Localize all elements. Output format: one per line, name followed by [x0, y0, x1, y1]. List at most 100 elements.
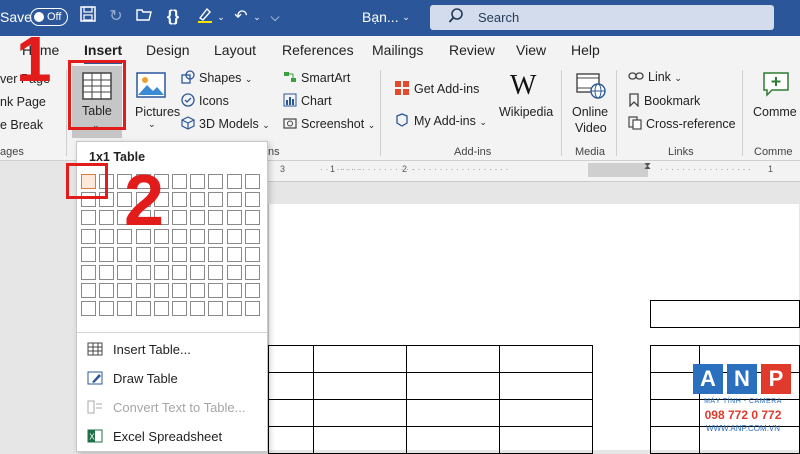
- table-grid-cell[interactable]: [244, 246, 260, 262]
- table-grid-cell[interactable]: [244, 228, 260, 244]
- customize-qat-icon[interactable]: ⌵: [268, 6, 282, 28]
- tab-design[interactable]: Design: [146, 42, 190, 58]
- table-grid-cell[interactable]: [226, 228, 242, 244]
- tab-view[interactable]: View: [516, 42, 546, 58]
- chevron-down-icon[interactable]: ⌄: [400, 6, 412, 28]
- table-grid-cell[interactable]: [99, 246, 115, 262]
- braces-icon[interactable]: {}: [162, 6, 184, 28]
- cross-reference-button[interactable]: Cross-reference: [628, 116, 736, 133]
- link-button[interactable]: Link ⌄: [628, 70, 682, 85]
- table-grid-cell[interactable]: [244, 192, 260, 208]
- table-grid-cell[interactable]: [190, 301, 206, 317]
- wikipedia-button[interactable]: Wikipedia: [499, 105, 553, 119]
- table-grid-cell[interactable]: [208, 301, 224, 317]
- table-grid-cell[interactable]: [172, 228, 187, 244]
- table-grid-cell[interactable]: [81, 228, 96, 244]
- bookmark-button[interactable]: Bookmark: [628, 93, 700, 110]
- highlighter-icon[interactable]: [194, 6, 216, 28]
- table-grid-cell[interactable]: [99, 265, 115, 280]
- table-grid-cell[interactable]: [99, 210, 115, 226]
- table-grid-cell[interactable]: [117, 246, 133, 262]
- table-grid-cell[interactable]: [244, 210, 260, 226]
- draw-table-menu-item[interactable]: Draw Table: [87, 371, 178, 388]
- table-grid-cell[interactable]: [172, 246, 187, 262]
- smartart-button[interactable]: SmartArt: [283, 70, 350, 87]
- tab-mailings[interactable]: Mailings: [372, 42, 423, 58]
- table-grid-cell[interactable]: [172, 192, 187, 208]
- open-folder-icon[interactable]: [134, 6, 154, 28]
- table-grid-cell[interactable]: [244, 174, 260, 189]
- tab-review[interactable]: Review: [449, 42, 495, 58]
- table-grid-cell[interactable]: [172, 265, 187, 280]
- table-grid-cell[interactable]: [244, 283, 260, 299]
- doc-table-left[interactable]: [268, 345, 593, 454]
- table-grid-cell[interactable]: [208, 283, 224, 299]
- search-box[interactable]: Search: [430, 5, 774, 30]
- shapes-button[interactable]: Shapes ⌄: [181, 70, 252, 87]
- chart-button[interactable]: Chart: [283, 93, 332, 110]
- table-grid-cell[interactable]: [208, 246, 224, 262]
- table-grid-cell[interactable]: [208, 228, 224, 244]
- table-grid-cell[interactable]: [172, 301, 187, 317]
- table-grid-cell[interactable]: [117, 265, 133, 280]
- table-grid-cell[interactable]: [208, 265, 224, 280]
- pictures-button[interactable]: Pictures: [135, 105, 180, 119]
- table-grid-cell[interactable]: [190, 283, 206, 299]
- my-addins-button[interactable]: My Add-ins ⌄: [394, 112, 487, 131]
- table-grid-cell[interactable]: [244, 265, 260, 280]
- table-grid-cell[interactable]: [244, 301, 260, 317]
- table-grid-cell[interactable]: [190, 192, 206, 208]
- tab-help[interactable]: Help: [571, 42, 600, 58]
- table-grid-cell[interactable]: [190, 174, 206, 189]
- excel-spreadsheet-menu-item[interactable]: X Excel Spreadsheet: [87, 429, 222, 446]
- table-grid-cell[interactable]: [81, 265, 96, 280]
- page-break-button[interactable]: e Break: [0, 118, 43, 132]
- chevron-down-icon[interactable]: ⌄: [148, 119, 156, 130]
- chevron-down-icon[interactable]: ⌄: [252, 6, 262, 28]
- blank-page-button[interactable]: nk Page: [0, 95, 46, 109]
- table-grid-cell[interactable]: [135, 301, 151, 317]
- table-grid-cell[interactable]: [226, 210, 242, 226]
- table-grid-cell[interactable]: [135, 283, 151, 299]
- table-grid-cell[interactable]: [226, 246, 242, 262]
- undo-icon[interactable]: ↶: [230, 6, 252, 28]
- tab-references[interactable]: References: [282, 42, 354, 58]
- table-grid-cell[interactable]: [208, 210, 224, 226]
- horizontal-ruler[interactable]: 3 · · · · · · · · 1 · · · · · · · · · · …: [268, 161, 800, 182]
- indent-marker-icon[interactable]: ⧗: [644, 161, 651, 172]
- 3d-models-button[interactable]: 3D Models ⌄: [181, 116, 270, 133]
- comment-button[interactable]: Comme: [753, 105, 797, 119]
- table-grid-cell[interactable]: [208, 174, 224, 189]
- table-grid-cell[interactable]: [172, 283, 187, 299]
- table-grid-cell[interactable]: [190, 265, 206, 280]
- online-video-label-1[interactable]: Online: [572, 105, 608, 119]
- table-grid-cell[interactable]: [226, 283, 242, 299]
- table-grid-cell[interactable]: [172, 174, 187, 189]
- table-grid-cell[interactable]: [226, 192, 242, 208]
- table-grid-cell[interactable]: [153, 283, 169, 299]
- table-grid-cell[interactable]: [81, 301, 96, 317]
- table-grid-cell[interactable]: [153, 246, 169, 262]
- table-grid-cell[interactable]: [135, 246, 151, 262]
- table-grid-cell[interactable]: [135, 265, 151, 280]
- table-grid-cell[interactable]: [153, 301, 169, 317]
- table-grid-cell[interactable]: [99, 283, 115, 299]
- icons-button[interactable]: Icons: [181, 93, 229, 110]
- table-grid-cell[interactable]: [81, 246, 96, 262]
- get-addins-button[interactable]: Get Add-ins: [394, 80, 479, 99]
- table-grid-cell[interactable]: [117, 283, 133, 299]
- table-grid-cell[interactable]: [153, 265, 169, 280]
- table-grid-cell[interactable]: [117, 301, 133, 317]
- online-video-label-2[interactable]: Video: [575, 121, 607, 135]
- table-grid-cell[interactable]: [226, 265, 242, 280]
- table-grid-cell[interactable]: [190, 228, 206, 244]
- table-grid-cell[interactable]: [81, 210, 96, 226]
- redo-icon[interactable]: ↻: [106, 6, 126, 28]
- insert-table-menu-item[interactable]: Insert Table...: [87, 342, 191, 359]
- table-grid-cell[interactable]: [99, 228, 115, 244]
- table-grid-cell[interactable]: [190, 210, 206, 226]
- chevron-down-icon[interactable]: ⌄: [216, 6, 226, 28]
- table-grid-cell[interactable]: [81, 283, 96, 299]
- tab-insert[interactable]: Insert: [84, 42, 122, 58]
- table-grid-cell[interactable]: [99, 301, 115, 317]
